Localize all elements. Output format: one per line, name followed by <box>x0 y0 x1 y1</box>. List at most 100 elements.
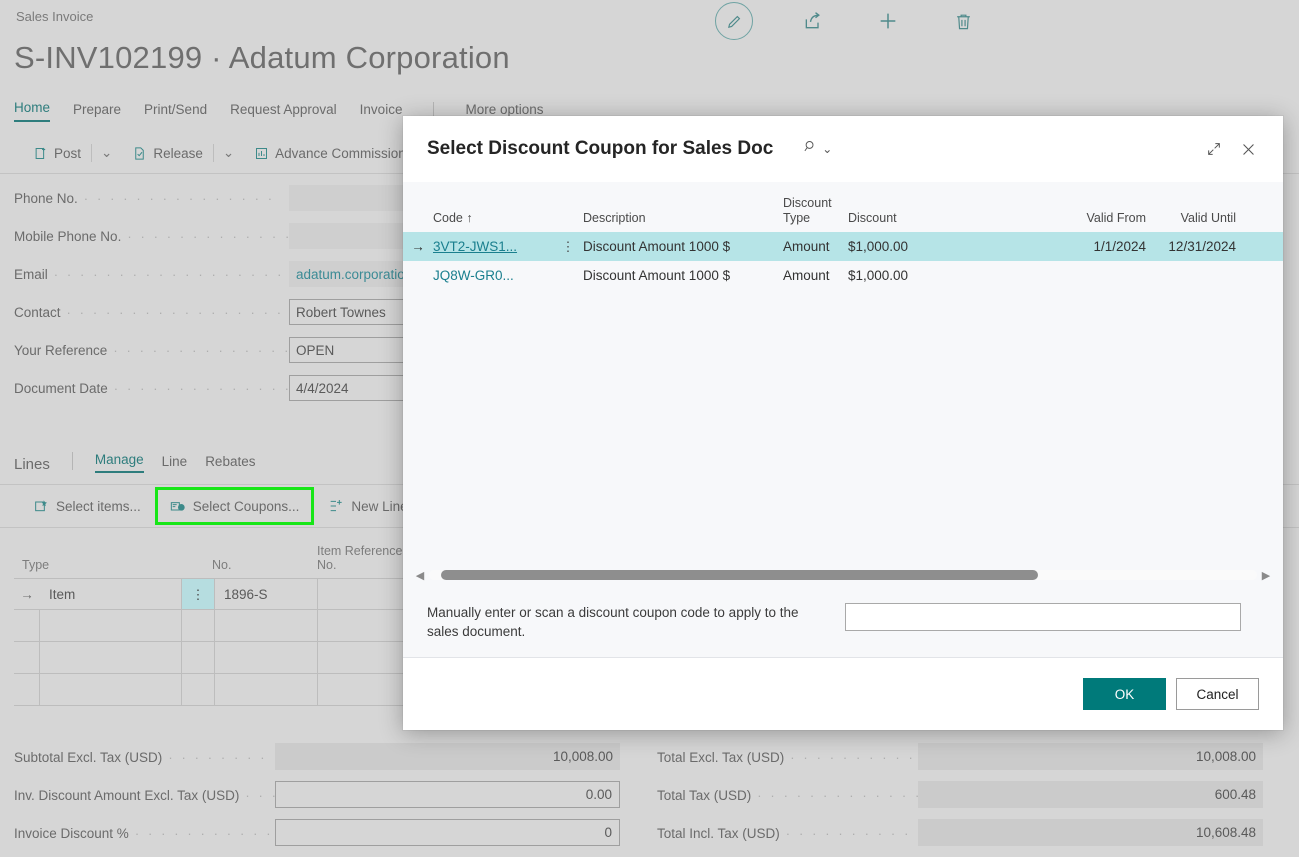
search-icon[interactable] <box>803 139 818 159</box>
scroll-right-icon[interactable]: ▶ <box>1259 569 1273 582</box>
share-icon[interactable] <box>798 6 828 36</box>
total-label: Subtotal Excl. Tax (USD) <box>14 749 163 765</box>
select-coupons-label: Select Coupons... <box>192 498 300 514</box>
column-header-valid-until[interactable]: Valid Until <box>1146 211 1236 232</box>
tab-home[interactable]: Home <box>14 100 51 122</box>
advance-commissions-label: Advance Commissions <box>275 145 413 161</box>
lines-grid-header: Type No. Item Reference No. <box>14 534 414 578</box>
cell-menu[interactable] <box>182 674 215 705</box>
total-label: Inv. Discount Amount Excl. Tax (USD) <box>14 787 240 803</box>
total-label: Total Tax (USD) <box>657 787 752 803</box>
select-items-label: Select items... <box>56 498 141 514</box>
chevron-down-icon[interactable]: ⌄ <box>822 142 832 156</box>
column-header-discount[interactable]: Discount <box>848 211 1058 232</box>
cell-description: Discount Amount 1000 $ <box>583 268 731 283</box>
tab-request-approval[interactable]: Request Approval <box>230 102 337 122</box>
cell-indicator <box>14 642 40 673</box>
table-row[interactable]: JQ8W-GR0... Discount Amount 1000 $ Amoun… <box>403 261 1283 290</box>
dot-leader: · · · · · · · · · · · · · <box>127 229 292 243</box>
cell-code[interactable]: 3VT2-JWS1... <box>433 239 553 254</box>
post-label: Post <box>54 145 82 161</box>
cell-type[interactable] <box>40 610 182 641</box>
table-row[interactable]: → 3VT2-JWS1... ⋮ Discount Amount 1000 $ … <box>403 232 1283 261</box>
lines-header: Lines Manage Line Rebates <box>14 452 255 473</box>
row-indicator-icon: → <box>20 586 34 602</box>
cell-discount: $1,000.00 <box>848 239 909 254</box>
column-header-type: Type <box>22 558 50 572</box>
tab-print-send[interactable]: Print/Send <box>144 102 207 122</box>
table-row[interactable] <box>14 610 414 642</box>
release-dropdown-caret[interactable]: ⌄ <box>214 141 243 165</box>
close-icon[interactable] <box>1231 132 1265 166</box>
cell-discount-type: Amount <box>783 239 830 254</box>
horizontal-scrollbar[interactable]: ◀ ▶ <box>403 561 1283 589</box>
select-items-button[interactable]: Select items... <box>22 493 152 519</box>
field-label: Email <box>14 266 48 282</box>
cell-type[interactable]: Item <box>40 579 182 609</box>
table-row[interactable]: → Item ⋮ 1896-S <box>14 578 414 610</box>
post-button[interactable]: Post <box>22 141 91 165</box>
post-dropdown-caret[interactable]: ⌄ <box>92 141 121 165</box>
dot-leader: · · · · · · · · · · · · · · · · · · <box>66 305 297 319</box>
field-label: Contact <box>14 304 61 320</box>
row-menu-icon[interactable]: ⋮ <box>553 240 583 253</box>
subtotal-excl-tax-value: 10,008.00 <box>275 743 620 770</box>
total-excl-tax-value: 10,008.00 <box>918 743 1263 770</box>
select-coupons-icon <box>170 498 186 514</box>
coupon-code-input[interactable] <box>845 603 1241 631</box>
total-label: Total Incl. Tax (USD) <box>657 825 780 841</box>
row-menu-icon[interactable]: ⋮ <box>182 579 215 609</box>
dialog-search-control[interactable]: ⌄ <box>803 139 832 159</box>
expand-icon[interactable] <box>1197 132 1231 166</box>
breadcrumb: Sales Invoice <box>16 9 94 24</box>
column-header-code[interactable]: Code ↑ <box>433 211 553 232</box>
manual-entry-label: Manually enter or scan a discount coupon… <box>427 605 799 639</box>
lines-tab-line[interactable]: Line <box>162 454 188 473</box>
field-label: Document Date <box>14 380 108 396</box>
table-row[interactable] <box>14 674 414 706</box>
scrollbar-thumb[interactable] <box>441 570 1038 580</box>
tab-invoice[interactable]: Invoice <box>360 102 403 122</box>
post-icon <box>32 145 48 161</box>
release-button[interactable]: Release <box>121 141 213 165</box>
column-header-valid-from[interactable]: Valid From <box>1058 211 1146 232</box>
delete-icon[interactable] <box>948 6 978 36</box>
dot-leader: · · · · · · · · · · · · · · · · · · · <box>53 267 298 281</box>
cell-menu[interactable] <box>182 642 215 673</box>
cell-item-reference-no[interactable] <box>318 579 414 609</box>
cell-type[interactable] <box>40 674 182 705</box>
cell-type[interactable] <box>40 642 182 673</box>
ok-button[interactable]: OK <box>1083 678 1166 710</box>
table-row[interactable] <box>14 642 414 674</box>
cell-code[interactable]: JQ8W-GR0... <box>433 268 553 283</box>
dialog-body: Code ↑ Description Discount Type Discoun… <box>403 182 1283 589</box>
lines-grid: Type No. Item Reference No. → Item ⋮ 189… <box>14 534 414 706</box>
cancel-button[interactable]: Cancel <box>1176 678 1259 710</box>
cell-no[interactable]: 1896-S <box>215 579 318 609</box>
invoice-discount-pct-input[interactable]: 0 <box>275 819 620 846</box>
lines-tab-rebates[interactable]: Rebates <box>205 454 255 473</box>
cell-discount: $1,000.00 <box>848 268 909 283</box>
scroll-left-icon[interactable]: ◀ <box>413 569 427 582</box>
release-icon <box>131 145 147 161</box>
add-icon[interactable] <box>873 6 903 36</box>
select-coupons-button[interactable]: Select Coupons... <box>154 487 315 525</box>
column-header-description[interactable]: Description <box>583 211 783 232</box>
cell-no[interactable] <box>215 674 318 705</box>
cell-item-reference-no[interactable] <box>318 642 414 673</box>
lines-tab-manage[interactable]: Manage <box>94 452 144 473</box>
tab-prepare[interactable]: Prepare <box>73 102 121 122</box>
cell-menu[interactable] <box>182 610 215 641</box>
cell-item-reference-no[interactable] <box>318 610 414 641</box>
scrollbar-track[interactable] <box>429 570 1257 580</box>
cell-item-reference-no[interactable] <box>318 674 414 705</box>
cell-no[interactable] <box>215 642 318 673</box>
column-header-discount-type[interactable]: Discount Type <box>783 196 848 232</box>
new-line-label: New Line <box>351 498 408 514</box>
field-label: Mobile Phone No. <box>14 228 122 244</box>
inv-discount-amount-input[interactable]: 0.00 <box>275 781 620 808</box>
edit-icon[interactable] <box>715 2 753 40</box>
total-incl-tax-value: 10,608.48 <box>918 819 1263 846</box>
advance-commissions-button[interactable]: Advance Commissions <box>243 141 422 165</box>
cell-no[interactable] <box>215 610 318 641</box>
